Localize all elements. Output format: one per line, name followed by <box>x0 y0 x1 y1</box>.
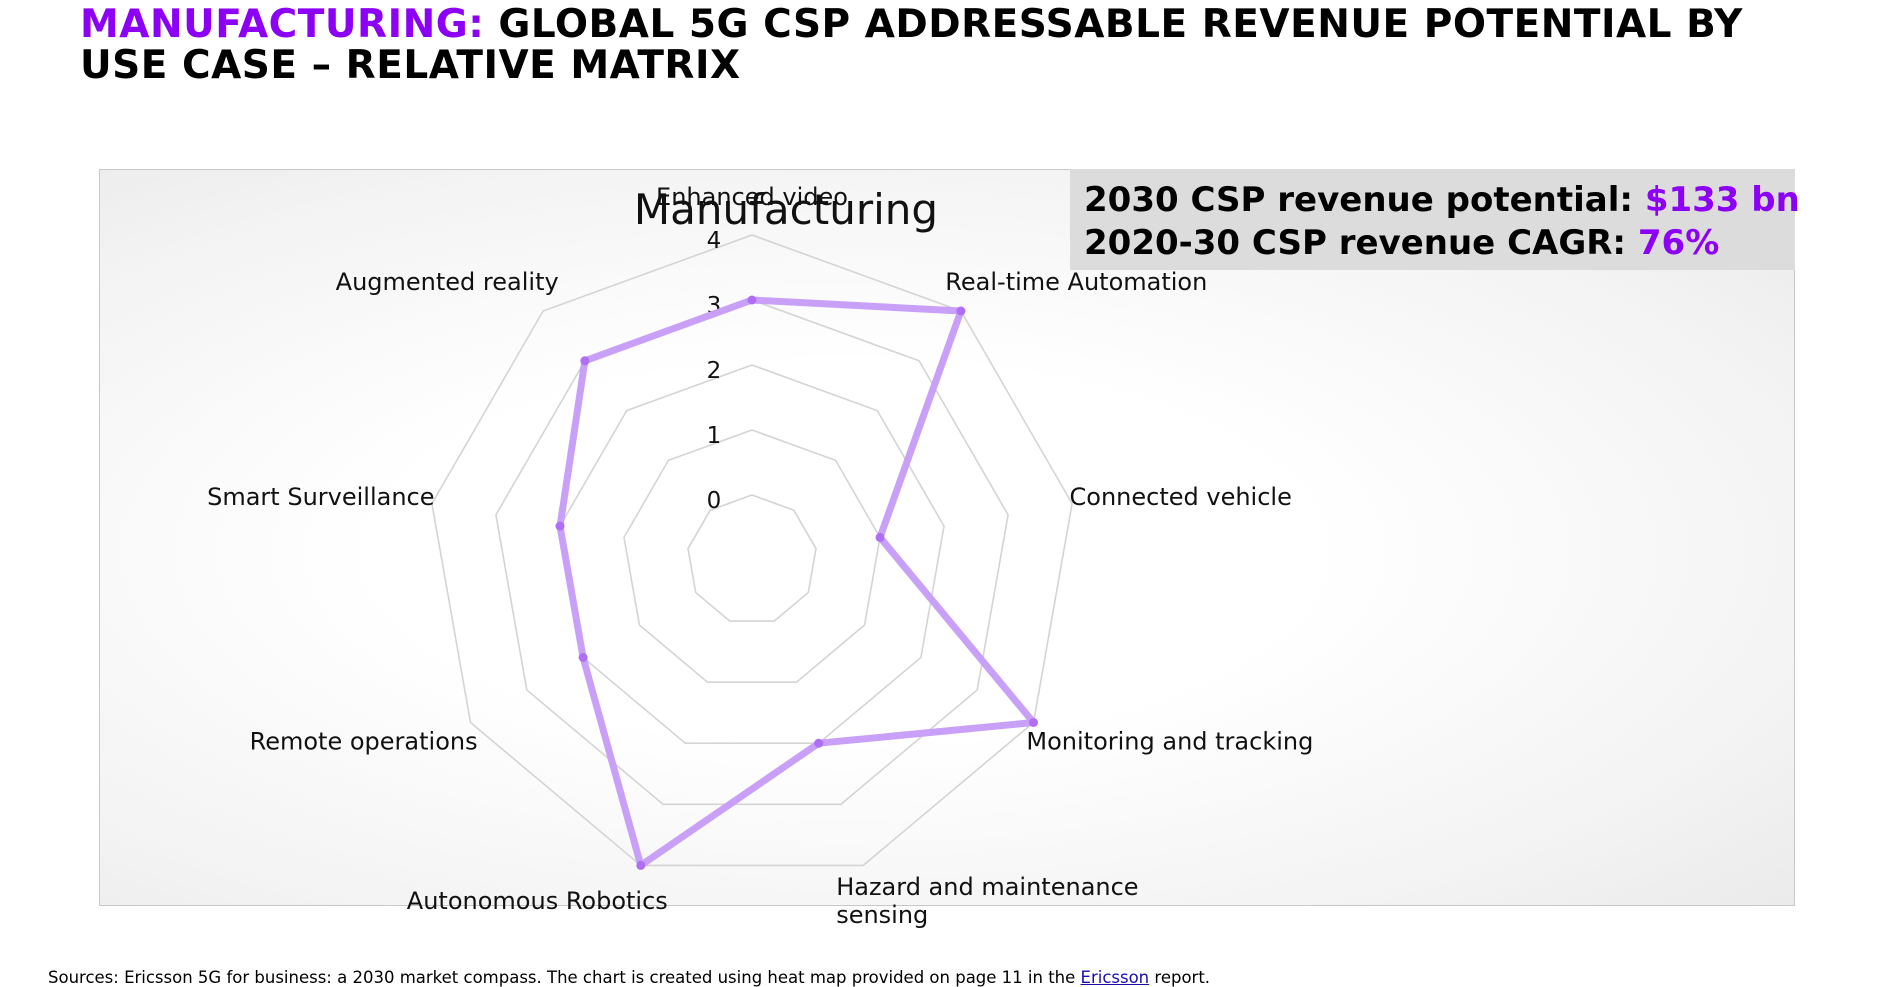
category-label-7: Smart Surveillance <box>207 483 434 511</box>
radar-chart: Manufacturing 01234 Enhanced videoReal-t… <box>207 183 1313 929</box>
tick-label-0: 0 <box>707 488 722 514</box>
category-label-1: Real-time Automation <box>945 268 1207 296</box>
data-point-0 <box>747 295 757 305</box>
grid-ring-1 <box>623 429 881 684</box>
data-point-4 <box>814 738 824 748</box>
category-label-2: Connected vehicle <box>1070 483 1292 511</box>
tick-label-1: 1 <box>707 423 722 449</box>
grid-ring-2 <box>559 364 945 745</box>
grid-ring-3 <box>495 299 1009 806</box>
radar-grid <box>431 234 1073 867</box>
series-line-0 <box>556 296 1037 869</box>
kpi-revenue-cagr-value: 76% <box>1637 223 1720 263</box>
source-link-ericsson[interactable]: Ericsson <box>1081 968 1150 987</box>
source-text: Sources: Ericsson 5G for business: a 203… <box>48 968 1081 987</box>
tick-label-2: 2 <box>707 358 722 384</box>
category-labels: Enhanced video Real-time Automation Connec… <box>207 183 1313 929</box>
category-label-6: Remote operations <box>250 728 478 756</box>
category-label-5: Autonomous Robotics <box>407 887 668 915</box>
grid-ring-4 <box>431 234 1073 867</box>
category-label-8: Augmented reality <box>336 268 559 296</box>
kpi-revenue-cagr: 2020-30 CSP revenue CAGR: 76% <box>1084 222 1795 265</box>
kpi-revenue-cagr-label: 2020-30 CSP revenue CAGR: <box>1084 223 1627 263</box>
kpi-revenue-potential-label: 2030 CSP revenue potential: <box>1084 180 1633 220</box>
category-label-4: Hazard and maintenance sensing <box>836 873 1138 929</box>
data-point-7 <box>555 521 565 531</box>
data-point-5 <box>636 860 646 870</box>
data-point-6 <box>578 653 588 662</box>
radial-tick-labels: 01234 <box>707 228 722 514</box>
kpi-box: 2030 CSP revenue potential: $133 bn 2020… <box>1070 169 1800 270</box>
data-point-3 <box>1029 718 1038 727</box>
category-label-0: Enhanced video <box>656 183 848 211</box>
data-point-2 <box>875 532 885 542</box>
data-point-8 <box>580 356 590 366</box>
source-text-end: report. <box>1149 968 1211 987</box>
category-label-3: Monitoring and tracking <box>1026 728 1313 756</box>
data-point-1 <box>956 306 966 316</box>
source-note: Sources: Ericsson 5G for business: a 203… <box>48 968 1210 987</box>
kpi-revenue-potential-value: $133 bn <box>1644 180 1800 220</box>
tick-label-4: 4 <box>707 228 722 254</box>
kpi-revenue-potential: 2030 CSP revenue potential: $133 bn <box>1084 179 1800 222</box>
